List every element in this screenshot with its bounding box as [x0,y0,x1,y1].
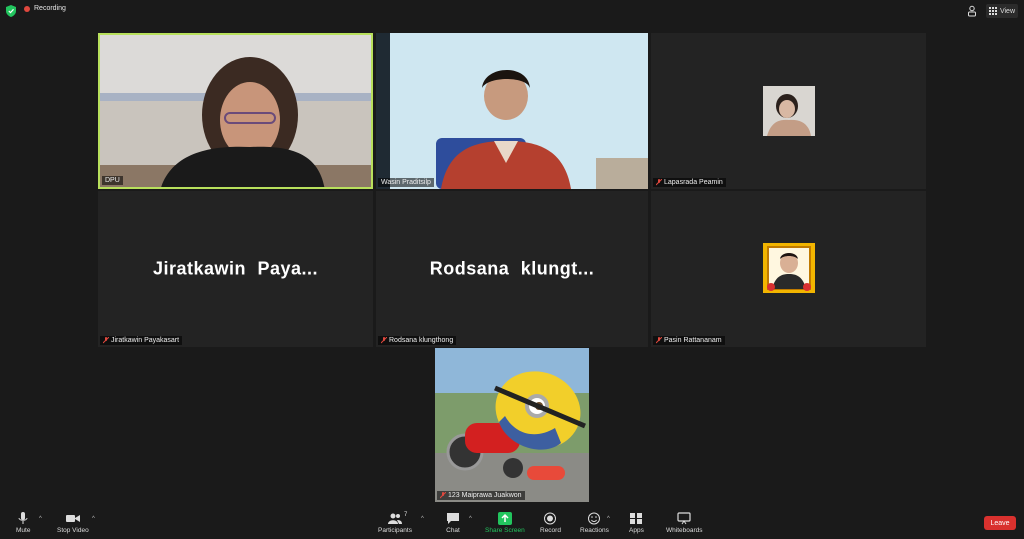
mute-label: Mute [16,527,31,534]
chat-label: Chat [446,527,460,534]
video-tile-dpu[interactable]: DPU [98,33,373,189]
chat-button[interactable]: Chat [446,512,460,534]
participant-avatar-pasin [763,243,815,293]
record-icon [544,512,557,525]
participant-video-wasin [376,33,648,189]
participant-name-tag: DPU [102,176,123,185]
participant-name: DPU [105,177,120,184]
participant-name: Pasin Rattananam [664,337,722,344]
video-tile-lapasrada[interactable]: Lapasrada Peamin [651,33,926,189]
muted-mic-icon [103,337,109,344]
participant-avatar-maiprawa [435,348,589,502]
video-tile-pasin[interactable]: Pasin Rattananam [651,191,926,347]
whiteboard-icon [677,512,691,525]
grid-view-icon [988,7,997,15]
speaker-view-button[interactable] [964,4,980,18]
muted-mic-icon [656,337,662,344]
whiteboards-button[interactable]: Whiteboards [666,512,703,534]
whiteboards-label: Whiteboards [666,527,703,534]
chat-options-chevron-icon[interactable]: ^ [469,516,472,522]
muted-mic-icon [440,492,446,499]
video-options-chevron-icon[interactable]: ^ [92,516,95,522]
muted-mic-icon [381,337,387,344]
participant-name-tag: Wasin Praditsilp [378,178,434,187]
chat-bubble-icon [447,513,459,524]
view-label: View [999,7,1015,15]
participant-name-tag: Jiratkawin Payakasart [100,336,183,345]
leave-button[interactable]: Leave [984,516,1016,530]
audio-options-chevron-icon[interactable]: ^ [39,516,42,522]
apps-button[interactable]: Apps [629,512,644,534]
participant-name: 123 Maiprawa Juakwon [448,492,522,499]
video-tile-wasin[interactable]: Wasin Praditsilp [376,33,648,189]
participant-name: Lapasrada Peamin [664,179,723,186]
participant-name: Wasin Praditsilp [381,179,431,186]
share-screen-label: Share Screen [485,527,525,534]
apps-icon [630,513,643,524]
reactions-options-chevron-icon[interactable]: ^ [607,516,610,522]
participant-name-tag: Rodsana klungthong [378,336,457,345]
recording-dot-icon [24,5,30,12]
participants-label: Participants [378,527,412,534]
microphone-icon [18,512,28,524]
participant-name-tag: 123 Maiprawa Juakwon [437,491,525,500]
muted-mic-icon [656,179,662,186]
top-bar: Recording View [0,0,1024,22]
reactions-label: Reactions [580,527,609,534]
participant-name: Jiratkawin Payakasart [111,337,180,344]
mute-button[interactable]: Mute [16,512,30,534]
meeting-toolbar: Mute ^ Stop Video ^ Participants 7 ^ Cha… [0,508,1024,539]
recording-label: Recording [34,5,66,12]
participants-options-chevron-icon[interactable]: ^ [421,516,424,522]
record-label: Record [540,527,561,534]
participant-count: 7 [404,512,408,518]
security-shield-icon[interactable] [6,5,16,17]
view-button[interactable]: View [985,4,1018,18]
participant-avatar-lapasrada [763,86,815,136]
video-tile-maiprawa[interactable]: 123 Maiprawa Juakwon [435,348,589,502]
participants-icon [387,513,402,524]
video-tile-jiratkawin[interactable]: Jiratkawin Paya... Jiratkawin Payakasart [98,191,373,347]
apps-label: Apps [629,527,644,534]
stop-video-button[interactable]: Stop Video [57,512,89,534]
person-frame-icon [967,5,976,17]
record-button[interactable]: Record [540,512,561,534]
participant-display-name: Rodsana klungt... [429,258,595,279]
video-grid: DPU Wasin Praditsilp Lapasrada Peamin Ji… [98,33,926,503]
stop-video-label: Stop Video [57,527,89,534]
participant-name-tag: Lapasrada Peamin [653,178,726,187]
share-screen-button[interactable]: Share Screen [485,512,525,534]
recording-indicator[interactable]: Recording [24,5,66,12]
participant-name-tag: Pasin Rattananam [653,336,725,345]
participant-video-dpu [100,35,371,187]
video-camera-icon [65,515,80,522]
participant-display-name: Jiratkawin Paya... [152,258,319,279]
smiley-face-icon [588,512,601,525]
video-tile-rodsana[interactable]: Rodsana klungt... Rodsana klungthong [376,191,648,347]
participant-name: Rodsana klungthong [389,337,454,344]
share-screen-arrow-icon [497,512,512,525]
reactions-button[interactable]: Reactions [580,512,609,534]
